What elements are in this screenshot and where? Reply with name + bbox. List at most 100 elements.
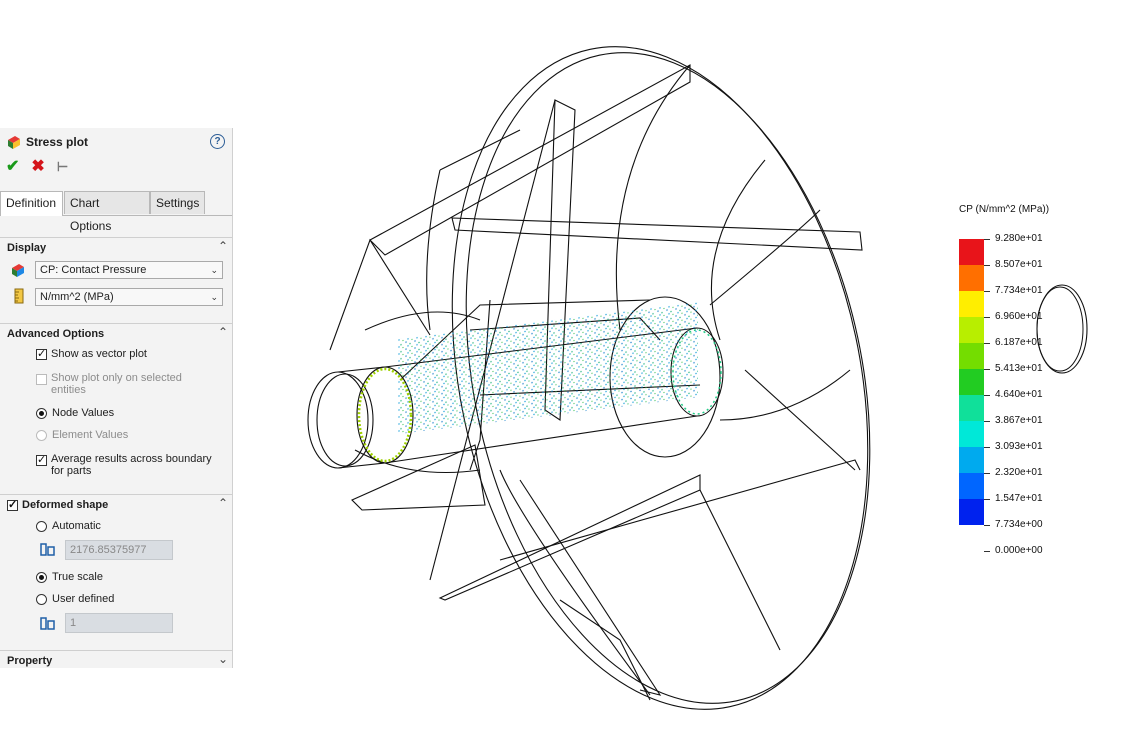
legend-color-segment — [959, 265, 984, 291]
true-scale-label: True scale — [52, 571, 103, 583]
radio-circle[interactable] — [36, 407, 47, 419]
show-vector-checkbox[interactable]: Show as vector plot — [36, 347, 147, 360]
legend-label: 9.280e+01 — [995, 233, 1043, 244]
automatic-radio[interactable]: Automatic — [36, 520, 101, 532]
legend-tick — [984, 525, 990, 526]
checkbox-box[interactable] — [36, 374, 47, 385]
chevron-up-icon[interactable]: ⌃ — [218, 325, 228, 339]
show-vector-label: Show as vector plot — [51, 348, 147, 360]
checkbox-box[interactable] — [36, 453, 47, 466]
legend-tick — [984, 499, 990, 500]
legend-label: 4.640e+01 — [995, 389, 1043, 400]
legend-color-segment — [959, 395, 984, 421]
legend-color-segment — [959, 369, 984, 395]
deformed-shape-header[interactable]: Deformed shape ⌃ — [0, 494, 232, 515]
true-scale-radio[interactable]: True scale — [36, 571, 103, 583]
legend-tick — [984, 317, 990, 318]
legend-tick — [984, 369, 990, 370]
legend-label: 5.413e+01 — [995, 363, 1043, 374]
user-defined-radio[interactable]: User defined — [36, 593, 114, 605]
pushpin-icon[interactable]: ⊢ — [57, 159, 68, 175]
action-bar: ✔ ✖ ⊢ — [6, 159, 68, 175]
chevron-down-icon: ⌄ — [210, 265, 218, 275]
legend-color-segment — [959, 291, 984, 317]
automatic-label: Automatic — [52, 520, 101, 532]
stress-plot-icon — [8, 136, 20, 149]
chevron-up-icon[interactable]: ⌃ — [218, 496, 228, 510]
component-icon — [12, 264, 24, 277]
units-select-value: N/mm^2 (MPa) — [40, 291, 114, 303]
legend-label: 7.734e+00 — [995, 519, 1043, 530]
display-header-label: Display — [7, 242, 47, 254]
legend-color-segment — [959, 421, 984, 447]
advanced-header-label: Advanced Options — [7, 328, 105, 340]
chevron-up-icon[interactable]: ⌃ — [218, 239, 228, 253]
legend-tick — [984, 473, 990, 474]
display-section-header[interactable]: Display ⌃ — [0, 237, 232, 258]
legend-color-segment — [959, 447, 984, 473]
user-defined-label: User defined — [52, 593, 115, 605]
legend-color-segment — [959, 473, 984, 499]
legend-label: 6.960e+01 — [995, 311, 1043, 322]
legend-label: 1.547e+01 — [995, 493, 1043, 504]
legend-tick — [984, 395, 990, 396]
legend-label: 2.320e+01 — [995, 467, 1043, 478]
legend-tick — [984, 421, 990, 422]
chevron-down-icon: ⌄ — [210, 292, 218, 302]
legend-label: 6.187e+01 — [995, 337, 1043, 348]
radio-circle[interactable] — [36, 520, 47, 532]
user-scale-field[interactable]: 1 — [65, 613, 173, 633]
radio-circle[interactable] — [36, 571, 47, 583]
legend-tick — [984, 551, 990, 552]
show-selected-checkbox[interactable]: Show plot only on selected entities — [36, 372, 216, 396]
panel-header: Stress plot — [6, 133, 88, 151]
element-values-radio[interactable]: Element Values — [36, 429, 128, 441]
question-icon[interactable]: ? — [210, 134, 225, 149]
scale-factor-icon — [40, 543, 55, 556]
node-values-radio[interactable]: Node Values — [36, 407, 114, 419]
contact-pressure-points — [357, 302, 722, 463]
advanced-options-header[interactable]: Advanced Options ⌃ — [0, 323, 232, 344]
average-results-checkbox[interactable]: Average results across boundary for part… — [36, 453, 226, 477]
deformed-header-group: Deformed shape — [7, 498, 109, 511]
legend-color-segment — [959, 499, 984, 525]
legend-label: 7.734e+01 — [995, 285, 1043, 296]
component-select-value: CP: Contact Pressure — [40, 264, 147, 276]
tab-strip: Definition Chart Options Settings — [0, 191, 232, 233]
legend-color-segment — [959, 317, 984, 343]
tab-definition[interactable]: Definition — [0, 191, 63, 216]
legend-tick — [984, 447, 990, 448]
average-results-label: Average results across boundary for part… — [51, 453, 212, 477]
units-select[interactable]: N/mm^2 (MPa) ⌄ — [35, 288, 223, 306]
legend-color-bar — [959, 239, 984, 525]
ok-check-icon[interactable]: ✔ — [6, 159, 19, 175]
tab-settings[interactable]: Settings — [150, 191, 205, 214]
component-select[interactable]: CP: Contact Pressure ⌄ — [35, 261, 223, 279]
legend-tick — [984, 265, 990, 266]
show-selected-label: Show plot only on selected entities — [51, 372, 182, 396]
legend-color-segment — [959, 239, 984, 265]
legend-label: 8.507e+01 — [995, 259, 1043, 270]
units-ruler-icon — [14, 288, 24, 304]
legend-tick — [984, 343, 990, 344]
deformed-shape-checkbox[interactable] — [7, 498, 18, 511]
property-section-header[interactable]: Property ⌄ — [0, 650, 232, 671]
legend-title: CP (N/mm^2 (MPa)) — [959, 204, 1050, 215]
radio-circle[interactable] — [36, 593, 47, 605]
checkbox-box[interactable] — [36, 347, 47, 360]
legend-tick — [984, 239, 990, 240]
scale-factor-icon — [40, 617, 55, 630]
legend-label: 0.000e+00 — [995, 545, 1043, 556]
legend-color-segment — [959, 343, 984, 369]
property-header-label: Property — [7, 655, 53, 667]
cancel-x-icon[interactable]: ✖ — [31, 159, 44, 175]
deformed-header-label: Deformed shape — [22, 499, 109, 511]
tab-chart-options[interactable]: Chart Options — [64, 191, 150, 233]
radio-circle[interactable] — [36, 429, 47, 441]
automatic-scale-field[interactable]: 2176.85375977 — [65, 540, 173, 560]
legend-tick — [984, 291, 990, 292]
legend-label: 3.867e+01 — [995, 415, 1043, 426]
ring-outline-inner — [1036, 286, 1084, 372]
legend-label: 3.093e+01 — [995, 441, 1043, 452]
chevron-down-icon[interactable]: ⌄ — [218, 652, 228, 666]
